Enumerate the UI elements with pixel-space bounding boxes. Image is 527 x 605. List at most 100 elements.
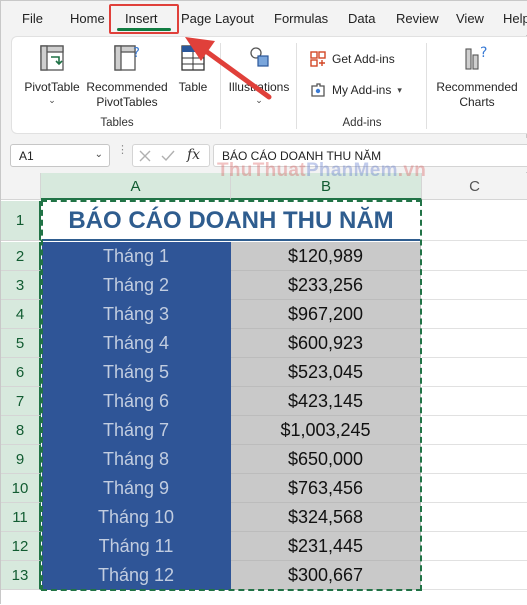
cell-amount[interactable]: $423,145 (231, 387, 421, 416)
recommended-charts-button[interactable]: ? Recommended Charts (432, 43, 522, 110)
cell-amount[interactable]: $324,568 (231, 503, 421, 532)
cell-month[interactable]: Tháng 3 (42, 300, 231, 329)
cell-amount[interactable]: $231,445 (231, 532, 421, 561)
annotation-arrow-icon (185, 37, 272, 100)
recommended-charts-label-2: Charts (459, 95, 495, 109)
cancel-icon[interactable] (139, 150, 151, 162)
insert-function-icon[interactable]: fx (187, 147, 200, 163)
cell-empty[interactable] (422, 271, 527, 300)
cell-month[interactable]: Tháng 12 (42, 561, 231, 590)
cell-empty[interactable] (422, 445, 527, 474)
cell-amount[interactable]: $967,200 (231, 300, 421, 329)
tab-file[interactable]: File (22, 11, 43, 26)
cell-month[interactable]: Tháng 8 (42, 445, 231, 474)
cell-empty[interactable] (422, 300, 527, 329)
tab-home[interactable]: Home (70, 11, 105, 26)
recommended-charts-icon: ? (465, 45, 487, 70)
tab-page-layout[interactable]: Page Layout (181, 11, 254, 26)
cell-amount[interactable]: $600,923 (231, 329, 421, 358)
cell-empty[interactable] (422, 329, 527, 358)
get-addins-label: Get Add-ins (332, 52, 395, 66)
tab-view[interactable]: View (456, 11, 484, 26)
cell-amount[interactable]: $1,003,245 (231, 416, 421, 445)
row-header[interactable]: 1 (1, 201, 41, 241)
row-header[interactable]: 8 (1, 416, 41, 445)
name-box-value: A1 (19, 149, 34, 163)
row-header[interactable]: 4 (1, 300, 41, 329)
recommended-pivottables-label-1: Recommended (86, 80, 168, 94)
select-all-corner[interactable] (1, 173, 41, 200)
row-header[interactable]: 3 (1, 271, 41, 300)
svg-text:?: ? (480, 45, 487, 61)
cell-month[interactable]: Tháng 2 (42, 271, 231, 300)
cell-amount[interactable]: $233,256 (231, 271, 421, 300)
row-header[interactable]: 12 (1, 532, 41, 561)
cell-empty[interactable] (422, 387, 527, 416)
cell-month[interactable]: Tháng 4 (42, 329, 231, 358)
cell-month[interactable]: Tháng 11 (42, 532, 231, 561)
watermark-part-2: PhanMem (305, 160, 398, 181)
pivottable-button[interactable]: PivotTable ⌄ (22, 43, 82, 106)
row-header[interactable]: 2 (1, 242, 41, 271)
cell-amount[interactable]: $523,045 (231, 358, 421, 387)
recommended-charts-label-1: Recommended (436, 80, 518, 94)
row-header[interactable]: 7 (1, 387, 41, 416)
more-options-icon[interactable]: ⋮ (117, 145, 128, 156)
cell-month[interactable]: Tháng 1 (42, 242, 231, 271)
pivottable-label: PivotTable (24, 80, 80, 94)
tab-formulas[interactable]: Formulas (274, 11, 328, 26)
ribbon-separator (426, 43, 427, 129)
spreadsheet-grid: A B C 1 BÁO CÁO DOANH THU NĂM 2 Tháng 1 $1… (1, 160, 527, 605)
row-header[interactable]: 5 (1, 329, 41, 358)
cell-amount[interactable]: $763,456 (231, 474, 421, 503)
get-addins-button[interactable]: Get Add-ins (310, 51, 395, 67)
cell-empty[interactable] (422, 474, 527, 503)
my-addins-label: My Add-ins (332, 83, 392, 97)
cell-empty[interactable] (422, 201, 527, 241)
watermark-part-3: .vn (397, 160, 427, 181)
tab-review[interactable]: Review (396, 11, 439, 26)
formula-controls: fx (132, 144, 210, 167)
chevron-down-icon[interactable]: ⌄ (95, 149, 103, 160)
my-addins-button[interactable]: My Add-ins ▾ (310, 82, 402, 98)
column-header-c[interactable]: C (422, 173, 527, 200)
cell-empty[interactable] (422, 503, 527, 532)
chevron-down-icon: ▾ (397, 84, 402, 95)
tables-group-label: Tables (100, 117, 134, 129)
column-header-a[interactable]: A (41, 173, 231, 200)
cell-empty[interactable] (422, 561, 527, 590)
pivottable-icon (40, 45, 64, 71)
cell-month[interactable]: Tháng 9 (42, 474, 231, 503)
report-title-cell[interactable]: BÁO CÁO DOANH THU NĂM (42, 201, 420, 241)
row-header[interactable]: 13 (1, 561, 41, 590)
row-header[interactable]: 10 (1, 474, 41, 503)
row-header[interactable]: 6 (1, 358, 41, 387)
recommended-pivottables-icon: ? (114, 45, 140, 71)
name-box[interactable]: A1 ⌄ (10, 144, 110, 167)
cell-month[interactable]: Tháng 5 (42, 358, 231, 387)
recommended-pivottables-button[interactable]: ? Recommended PivotTables (84, 43, 170, 110)
cell-amount[interactable]: $650,000 (231, 445, 421, 474)
cell-empty[interactable] (422, 532, 527, 561)
cell-empty[interactable] (422, 416, 527, 445)
excel-window: File Home Insert Page Layout Formulas Da… (0, 0, 527, 605)
cell-empty[interactable] (422, 358, 527, 387)
tab-data[interactable]: Data (348, 11, 375, 26)
watermark: ThuThuatPhanMem.vn (217, 160, 426, 182)
enter-checkmark-icon[interactable] (161, 150, 175, 162)
recommended-pivottables-label-2: PivotTables (96, 95, 158, 109)
cell-empty[interactable] (422, 242, 527, 271)
svg-text:?: ? (133, 46, 140, 61)
insert-tab-highlight-box (109, 4, 179, 34)
cell-amount[interactable]: $120,989 (231, 242, 421, 271)
row-header[interactable]: 9 (1, 445, 41, 474)
watermark-part-1: ThuThuat (217, 160, 306, 181)
cell-month[interactable]: Tháng 10 (42, 503, 231, 532)
cell-month[interactable]: Tháng 7 (42, 416, 231, 445)
cell-amount[interactable]: $300,667 (231, 561, 421, 590)
row-header[interactable]: 11 (1, 503, 41, 532)
chevron-down-icon: ⌄ (48, 95, 56, 105)
tab-help[interactable]: Help (503, 11, 527, 26)
addins-group-label: Add-ins (342, 117, 382, 129)
cell-month[interactable]: Tháng 6 (42, 387, 231, 416)
